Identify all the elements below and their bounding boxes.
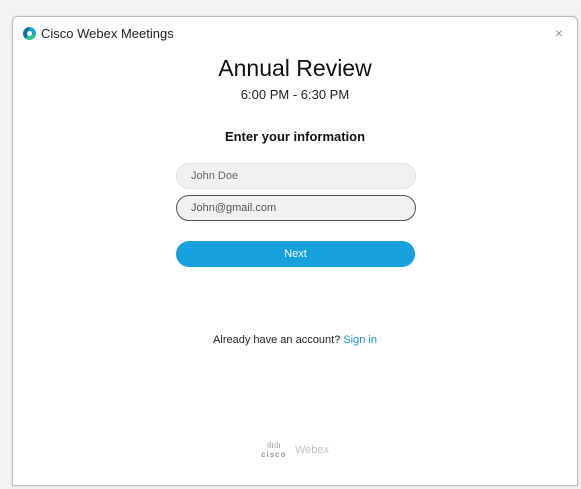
cisco-webex-brand: ılıılı cisco Webex bbox=[13, 440, 577, 460]
account-prompt-line: Already have an account? Sign in bbox=[13, 334, 577, 346]
account-prompt-text: Already have an account? bbox=[213, 334, 341, 346]
webex-logo-icon bbox=[23, 27, 36, 40]
close-icon[interactable]: × bbox=[551, 24, 567, 42]
webex-wordmark: Webex bbox=[294, 444, 329, 456]
title-bar: Cisco Webex Meetings × bbox=[13, 17, 577, 51]
meeting-time: 6:00 PM - 6:30 PM bbox=[240, 87, 350, 102]
cisco-bars-icon: ılıılı bbox=[266, 440, 281, 450]
next-button[interactable]: Next bbox=[176, 241, 415, 267]
meeting-title: Annual Review bbox=[218, 55, 372, 81]
sign-in-link[interactable]: Sign in bbox=[343, 334, 377, 346]
cisco-wordmark: cisco bbox=[261, 450, 287, 459]
name-input[interactable] bbox=[176, 163, 416, 189]
email-input[interactable] bbox=[176, 195, 416, 221]
app-title: Cisco Webex Meetings bbox=[41, 26, 174, 41]
cisco-logo: ılıılı cisco bbox=[261, 440, 287, 460]
webex-window: Cisco Webex Meetings × Annual Review 6:0… bbox=[12, 16, 578, 486]
form-heading: Enter your information bbox=[224, 129, 366, 144]
